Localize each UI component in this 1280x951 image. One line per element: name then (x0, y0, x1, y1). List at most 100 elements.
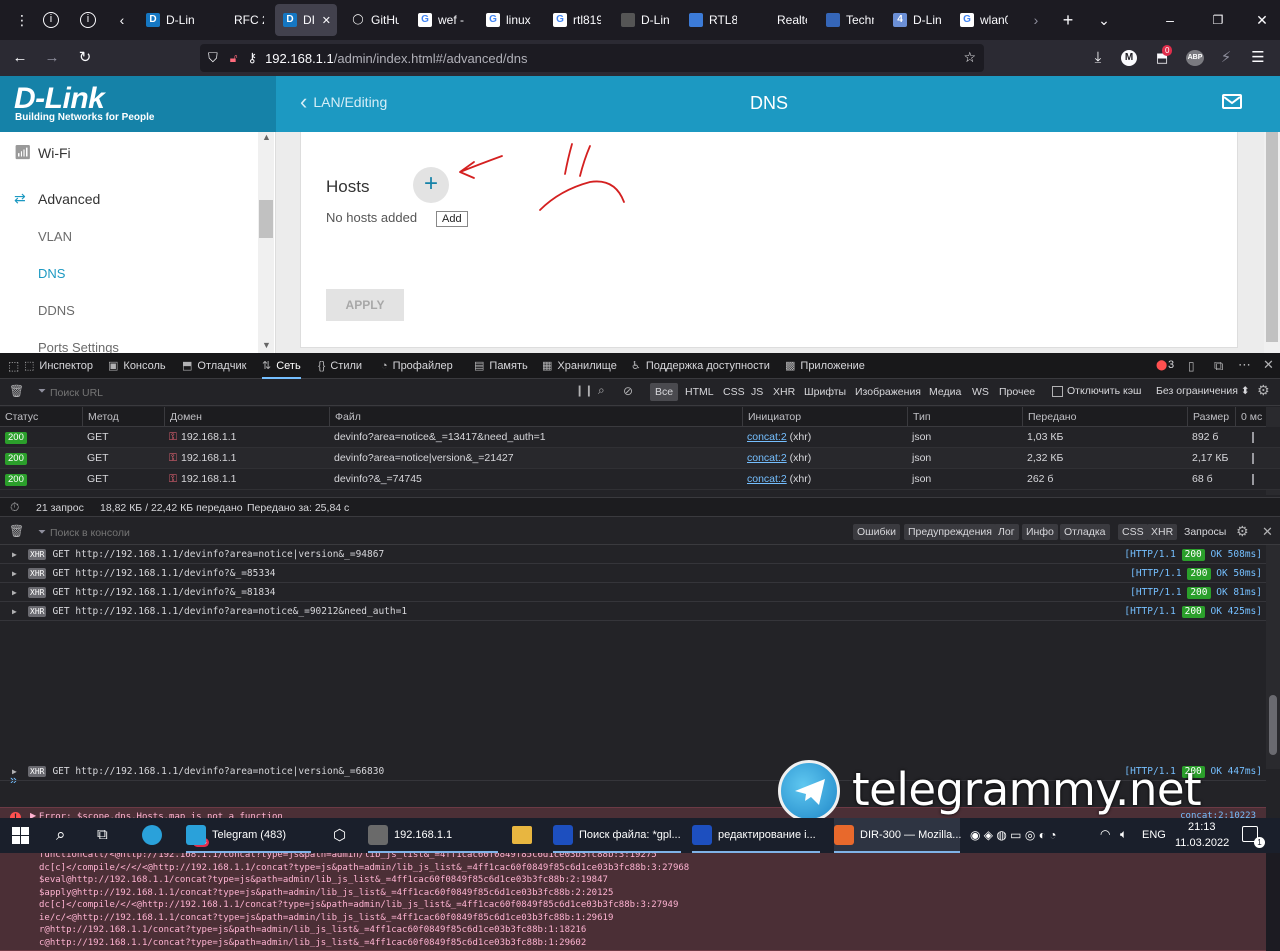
error-count-icon[interactable]: ⬤ (1156, 360, 1167, 371)
back-link[interactable]: ‹ LAN/Editing (300, 91, 387, 113)
gear-icon[interactable]: ⚙ (1257, 382, 1270, 399)
scroll-down-icon[interactable]: ▼ (262, 340, 271, 350)
downloads-icon[interactable]: ⤓ (1088, 48, 1108, 68)
browser-tab[interactable]: D DIR ✕ (275, 4, 337, 36)
error-count[interactable]: 3 (1168, 359, 1174, 371)
stack-frame[interactable]: $apply@http://192.168.1.1/concat?type=js… (39, 887, 613, 900)
sidebar-item-dns[interactable]: DNS (38, 266, 65, 281)
console-level-toggle[interactable]: Лог (994, 524, 1019, 540)
close-tab-icon[interactable]: ✕ (322, 14, 331, 27)
permissions-key-icon[interactable]: ⚷ (248, 50, 258, 66)
disable-cache-checkbox[interactable] (1052, 386, 1063, 397)
reload-icon[interactable]: ↻ (75, 48, 95, 68)
taskbar-window-button[interactable]: редактирование i... (692, 818, 820, 853)
taskbar-window-button[interactable]: Telegram (483) (186, 818, 311, 853)
initiator-link[interactable]: concat:2 (747, 452, 787, 464)
browser-tab[interactable]: RFC 2132 (206, 4, 270, 36)
stack-frame[interactable]: r@http://192.168.1.1/concat?type=js&path… (39, 924, 586, 937)
task-view-icon[interactable]: ⧉ (97, 826, 108, 843)
adblock-plus-icon[interactable]: ABP (1186, 50, 1204, 66)
network-column-header[interactable]: Метод (82, 407, 119, 427)
pause-icon[interactable]: ❙❙ (575, 384, 593, 397)
devtools-tab[interactable]: ▤ Память (474, 353, 528, 379)
app-menu-icon[interactable]: ☰ (1248, 48, 1268, 68)
wifi-tray-icon[interactable]: ◠ (1100, 827, 1110, 841)
dock-options-icon[interactable]: ⧉ (1214, 358, 1223, 374)
sidebar-item-wifi[interactable]: Wi-Fi (38, 145, 71, 161)
insecure-lock-icon[interactable]: 🔓︎ (230, 51, 238, 66)
sidebar-scroll-thumb[interactable] (259, 200, 273, 238)
log-status[interactable]: [HTTP/1.1 200 OK 50ms] (1130, 564, 1266, 583)
network-column-header[interactable]: Инициатор (742, 407, 801, 427)
scroll-up-icon[interactable]: ▲ (262, 132, 271, 142)
bolt-extension-icon[interactable]: ⚡︎ (1216, 48, 1236, 68)
taskbar-window-button[interactable]: DIR-300 — Mozilla... (834, 818, 961, 853)
console-type-toggle[interactable]: Запросы (1180, 524, 1230, 540)
scroll-tabs-right-icon[interactable]: › (1026, 10, 1046, 30)
clock-time[interactable]: 21:13 (1188, 821, 1216, 833)
log-status[interactable]: [HTTP/1.1 200 OK 81ms] (1130, 583, 1266, 602)
clock-date[interactable]: 11.03.2022 (1175, 837, 1229, 849)
initiator-link[interactable]: concat:2 (747, 473, 787, 485)
page-scrollbar[interactable] (1264, 132, 1280, 353)
browser-tab[interactable]: D-Lin (613, 4, 675, 36)
browser-tab[interactable]: Gwlan0 (952, 4, 1014, 36)
throttle-select[interactable]: Без ограничения ⬍ (1156, 385, 1250, 397)
console-scroll-thumb[interactable] (1269, 695, 1277, 755)
network-filter-button[interactable]: WS (967, 383, 994, 401)
clear-console-icon[interactable]: 🗑︎ (9, 524, 24, 538)
tab-overflow-icon[interactable]: ⋮ (12, 10, 32, 30)
list-tabs-icon[interactable]: ⌄ (1094, 10, 1114, 30)
info-icon[interactable]: i (80, 12, 96, 28)
file-explorer-icon[interactable] (512, 826, 532, 844)
browser-tab[interactable]: Realtek R (749, 4, 813, 36)
network-filter-button[interactable]: Шрифты (799, 383, 851, 401)
network-filter-button[interactable]: JS (746, 383, 768, 401)
network-filter-button[interactable]: CSS (718, 383, 750, 401)
forward-icon[interactable]: → (42, 48, 62, 68)
console-level-toggle[interactable]: Предупреждения (904, 524, 996, 540)
network-request-row[interactable]: 200 GET ⚿ 192.168.1.1 devinfo?area=notice|ve… (0, 448, 1280, 469)
console-settings-icon[interactable]: ⚙ (1236, 523, 1249, 540)
console-level-toggle[interactable]: Отладка (1060, 524, 1110, 540)
devtools-tab[interactable]: ♿︎ Поддержка доступности (631, 353, 770, 379)
browser-tab[interactable]: RTL81 (681, 4, 743, 36)
minimize-icon[interactable]: – (1160, 10, 1180, 30)
console-log-entry[interactable]: ▶ XHR GET http://192.168.1.1/devinfo?&_=81… (0, 583, 1266, 602)
network-column-header[interactable]: 0 мс (1235, 407, 1262, 427)
virtualbox-icon[interactable]: ⬡ (333, 826, 346, 844)
network-column-header[interactable]: Файл (329, 407, 361, 427)
search-icon[interactable]: ⌕ (598, 383, 605, 398)
browser-tab[interactable]: Gwef - (410, 4, 472, 36)
devtools-tab[interactable]: {} Стили (318, 353, 362, 379)
devtools-tab[interactable]: ⬚ Инспектор (24, 353, 93, 379)
network-filter-button[interactable]: XHR (768, 383, 800, 401)
expand-arrow-icon[interactable]: ▶ (12, 762, 17, 781)
network-request-row[interactable]: 200 GET ⚿ 192.168.1.1 devinfo?area=notice&_=… (0, 427, 1280, 448)
stack-frame[interactable]: dc[c]</compile/</</<@http://192.168.1.1/… (39, 862, 689, 875)
search-icon[interactable]: ⌕ (56, 825, 66, 845)
browser-tab[interactable]: Techn (818, 4, 880, 36)
log-status[interactable]: [HTTP/1.1 200 OK 425ms] (1124, 602, 1266, 621)
devtools-tab[interactable]: ▦ Хранилище (542, 353, 617, 379)
add-host-button[interactable]: + (413, 167, 449, 203)
stack-frame[interactable]: dc[c]</compile/</<@http://192.168.1.1/co… (39, 899, 678, 912)
apply-button[interactable]: APPLY (326, 289, 404, 321)
browser-tab[interactable]: Grtl819 (545, 4, 607, 36)
volume-icon[interactable]: 🔈︎ (1120, 827, 1127, 842)
sidebar-scrollbar[interactable]: ▲ ▼ (258, 132, 274, 353)
console-type-toggle[interactable]: CSS (1118, 524, 1148, 540)
devtools-tab[interactable]: ▣ Консоль (108, 353, 166, 379)
sidebar-item-advanced[interactable]: Advanced (38, 191, 100, 207)
browser-tab[interactable]: Glinux (478, 4, 540, 36)
devtools-tab[interactable]: ▩ Приложение (785, 353, 865, 379)
mail-icon[interactable] (1222, 94, 1242, 109)
back-icon[interactable]: ← (10, 48, 30, 68)
console-type-toggle[interactable]: XHR (1147, 524, 1178, 540)
network-filter-button[interactable]: Изображения (850, 383, 926, 401)
close-window-icon[interactable]: ✕ (1252, 10, 1272, 30)
responsive-mode-icon[interactable]: ▯ (1188, 359, 1195, 373)
sidebar-item-ports-settings[interactable]: Ports Settings (38, 340, 119, 353)
console-log-entry[interactable]: ▶ XHR GET http://192.168.1.1/devinfo?area=… (0, 602, 1266, 621)
taskbar-window-button[interactable]: Поиск файла: *gpl... (553, 818, 681, 853)
